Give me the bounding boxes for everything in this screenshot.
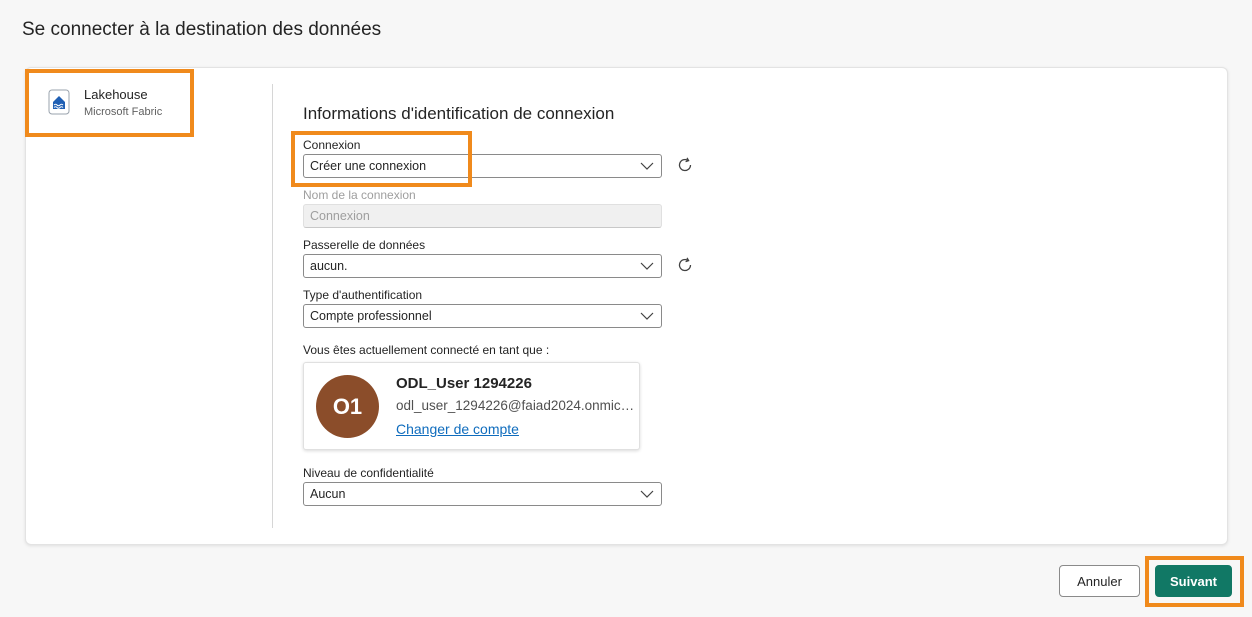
auth-type-select[interactable]: Compte professionnel (303, 304, 662, 328)
connection-name-input[interactable]: Connexion (303, 204, 662, 228)
lakehouse-icon (48, 89, 70, 115)
chevron-down-icon (636, 305, 658, 327)
gateway-select[interactable]: aucun. (303, 254, 662, 278)
account-email: odl_user_1294226@faiad2024.onmicrosoft.c… (396, 398, 636, 413)
avatar: O1 (316, 375, 379, 438)
auth-type-label: Type d'authentification (303, 288, 423, 302)
source-lakehouse[interactable]: Lakehouse Microsoft Fabric (40, 80, 185, 126)
connection-name-label: Nom de la connexion (303, 188, 416, 202)
account-card: O1 ODL_User 1294226 odl_user_1294226@fai… (303, 362, 640, 450)
auth-type-select-value: Compte professionnel (310, 309, 432, 323)
source-provider: Microsoft Fabric (84, 106, 163, 118)
privacy-select[interactable]: Aucun (303, 482, 662, 506)
connection-select[interactable]: Créer une connexion (303, 154, 662, 178)
chevron-down-icon (636, 155, 658, 177)
account-name: ODL_User 1294226 (396, 375, 532, 392)
source-name: Lakehouse (84, 87, 148, 102)
refresh-gateway-icon[interactable] (675, 255, 695, 275)
gateway-label: Passerelle de données (303, 238, 426, 252)
refresh-connection-icon[interactable] (675, 155, 695, 175)
chevron-down-icon (636, 255, 658, 277)
section-title: Informations d'identification de connexi… (303, 104, 615, 123)
connection-label: Connexion (303, 138, 361, 152)
dialog-title: Se connecter à la destination des donnée… (22, 19, 382, 40)
privacy-label: Niveau de confidentialité (303, 466, 434, 480)
chevron-down-icon (636, 483, 658, 505)
cancel-button[interactable]: Annuler (1059, 565, 1140, 597)
change-account-link[interactable]: Changer de compte (396, 421, 519, 437)
next-button[interactable]: Suivant (1155, 565, 1232, 597)
vertical-divider (272, 84, 273, 528)
connection-select-value: Créer une connexion (310, 159, 427, 173)
gateway-select-value: aucun. (310, 259, 348, 273)
signed-in-label: Vous êtes actuellement connecté en tant … (303, 343, 550, 357)
privacy-select-value: Aucun (310, 487, 346, 501)
